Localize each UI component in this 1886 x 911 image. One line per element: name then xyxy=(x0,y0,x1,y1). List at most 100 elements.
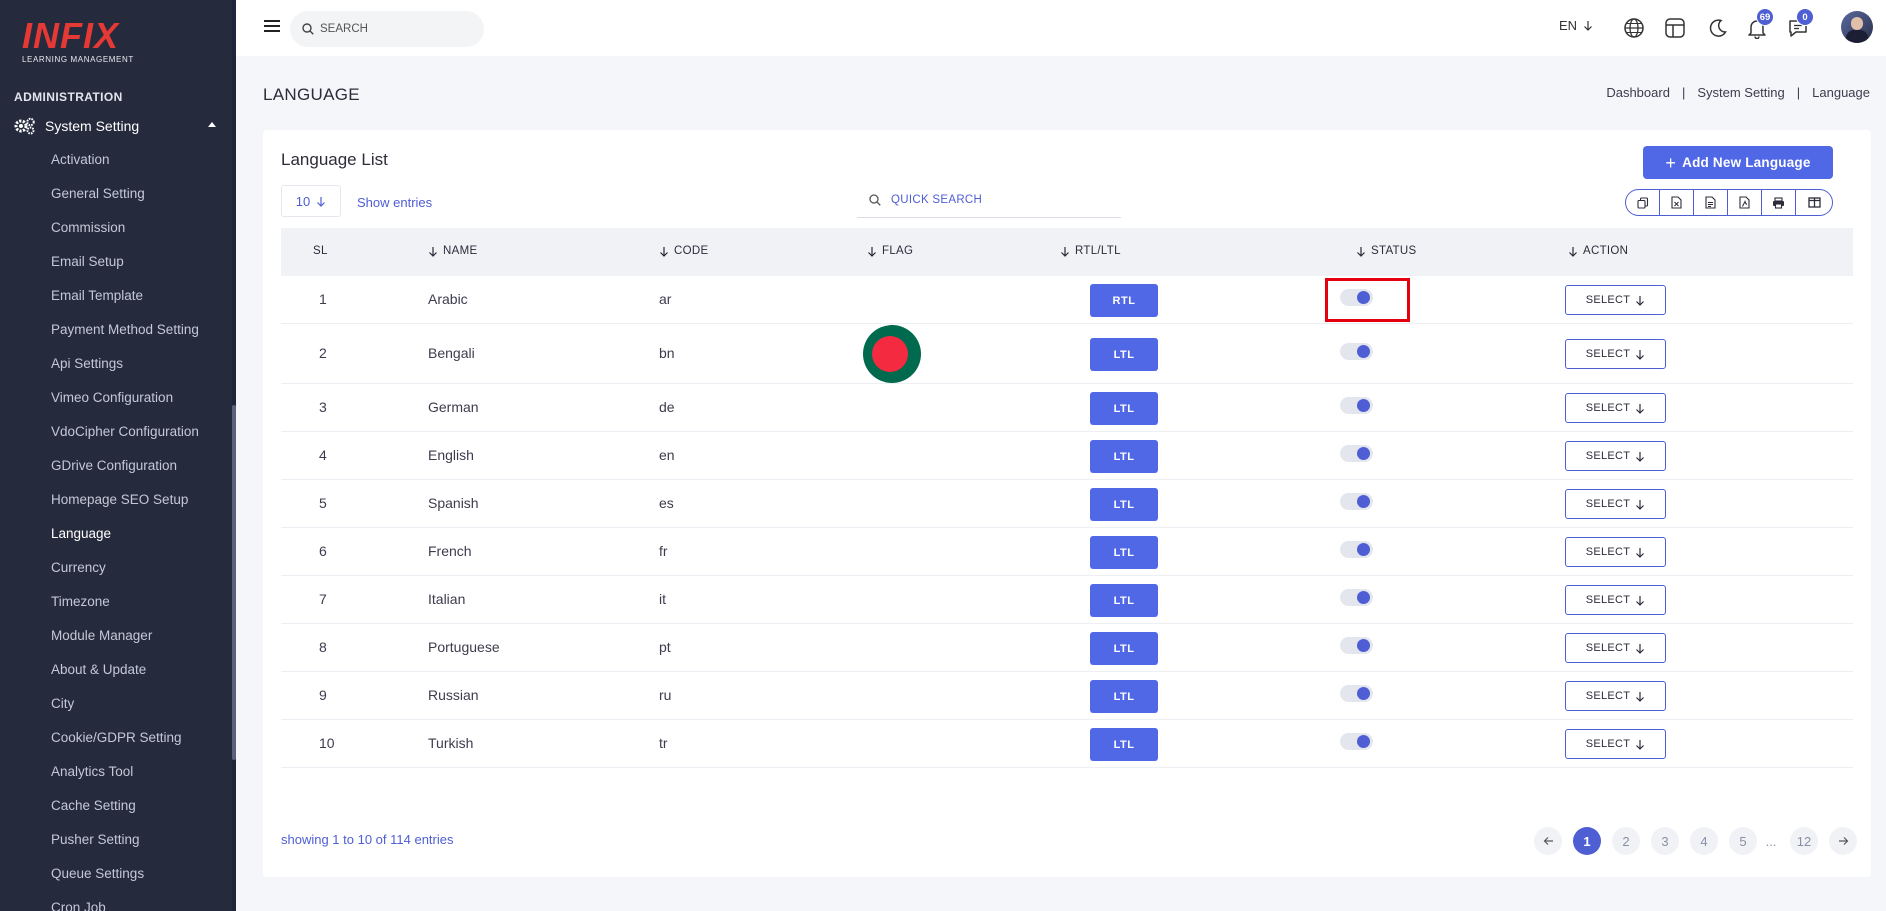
select-action-button[interactable]: SELECT xyxy=(1565,285,1666,315)
sidebar-item-pusher-setting[interactable]: Pusher Setting xyxy=(51,832,140,847)
status-toggle[interactable] xyxy=(1340,637,1373,654)
sidebar-item-cron-job[interactable]: Cron Job xyxy=(51,900,106,911)
quick-search-input[interactable] xyxy=(891,193,1091,206)
arrow-down-icon xyxy=(1061,246,1069,257)
row-code: es xyxy=(659,495,674,511)
sidebar-item-commission[interactable]: Commission xyxy=(51,220,125,235)
direction-button[interactable]: LTL xyxy=(1090,536,1158,569)
direction-button[interactable]: LTL xyxy=(1090,488,1158,521)
sidebar-item-cookie-gdpr-setting[interactable]: Cookie/GDPR Setting xyxy=(51,730,182,745)
layout-icon[interactable] xyxy=(1664,17,1686,39)
select-action-button[interactable]: SELECT xyxy=(1565,489,1666,519)
column-header-flag[interactable]: FLAG xyxy=(867,245,913,257)
entries-select[interactable]: 10 xyxy=(281,185,341,217)
status-toggle[interactable] xyxy=(1340,397,1373,414)
page-button-2[interactable]: 2 xyxy=(1612,827,1640,855)
select-action-button[interactable]: SELECT xyxy=(1565,729,1666,759)
print-button[interactable] xyxy=(1762,190,1796,215)
status-toggle[interactable] xyxy=(1340,733,1373,750)
status-toggle[interactable] xyxy=(1340,685,1373,702)
sidebar-item-vimeo-configuration[interactable]: Vimeo Configuration xyxy=(51,390,173,405)
column-header-code[interactable]: CODE xyxy=(659,245,708,257)
search-input[interactable] xyxy=(320,19,470,39)
status-toggle[interactable] xyxy=(1340,445,1373,462)
sidebar-item-vdocipher-configuration[interactable]: VdoCipher Configuration xyxy=(51,424,199,439)
direction-button[interactable]: LTL xyxy=(1090,680,1158,713)
sidebar-group-system-setting[interactable]: System Setting xyxy=(14,114,216,138)
sidebar-item-about-update[interactable]: About & Update xyxy=(51,662,146,677)
select-action-label: SELECT xyxy=(1585,642,1631,654)
status-toggle[interactable] xyxy=(1340,589,1373,606)
select-action-button[interactable]: SELECT xyxy=(1565,339,1666,369)
row-sl: 7 xyxy=(319,591,327,607)
language-list-card: Language List + Add New Language 10 Show… xyxy=(263,130,1871,877)
add-new-language-button[interactable]: + Add New Language xyxy=(1643,146,1833,179)
prev-page-button[interactable] xyxy=(1534,827,1562,855)
copy-button[interactable] xyxy=(1626,190,1660,215)
column-header-name[interactable]: NAME xyxy=(428,245,477,257)
direction-button[interactable]: LTL xyxy=(1090,392,1158,425)
sidebar-item-email-template[interactable]: Email Template xyxy=(51,288,143,303)
sidebar-item-cache-setting[interactable]: Cache Setting xyxy=(51,798,136,813)
breadcrumb-system-setting[interactable]: System Setting xyxy=(1697,85,1784,100)
csv-button[interactable] xyxy=(1694,190,1728,215)
sidebar-item-gdrive-configuration[interactable]: GDrive Configuration xyxy=(51,458,177,473)
globe-icon[interactable] xyxy=(1623,17,1645,39)
select-action-button[interactable]: SELECT xyxy=(1565,681,1666,711)
caret-up-icon xyxy=(208,122,216,127)
excel-button[interactable] xyxy=(1660,190,1694,215)
select-action-button[interactable]: SELECT xyxy=(1565,585,1666,615)
sidebar-item-api-settings[interactable]: Api Settings xyxy=(51,356,123,371)
direction-button[interactable]: RTL xyxy=(1090,284,1158,317)
row-code: bn xyxy=(659,345,675,361)
direction-button[interactable]: LTL xyxy=(1090,632,1158,665)
hamburger-menu-icon[interactable] xyxy=(264,19,280,33)
column-header-rtl-ltl[interactable]: RTL/LTL xyxy=(1060,245,1121,257)
arrow-down-icon xyxy=(1357,246,1365,257)
user-avatar[interactable] xyxy=(1841,11,1873,43)
row-code: en xyxy=(659,447,675,463)
toggle-knob xyxy=(1357,543,1370,556)
moon-icon[interactable] xyxy=(1706,17,1728,39)
direction-button[interactable]: LTL xyxy=(1090,584,1158,617)
direction-button[interactable]: LTL xyxy=(1090,338,1158,371)
columns-button[interactable] xyxy=(1796,190,1832,215)
status-toggle[interactable] xyxy=(1340,541,1373,558)
direction-button[interactable]: LTL xyxy=(1090,728,1158,761)
sidebar-item-payment-method-setting[interactable]: Payment Method Setting xyxy=(51,322,199,337)
page-button-3[interactable]: 3 xyxy=(1651,827,1679,855)
sidebar-item-currency[interactable]: Currency xyxy=(51,560,106,575)
sidebar-item-language[interactable]: Language xyxy=(51,526,111,541)
breadcrumb-dashboard[interactable]: Dashboard xyxy=(1606,85,1670,100)
logo[interactable]: INFIX LEARNING MANAGEMENT xyxy=(22,18,134,65)
select-action-button[interactable]: SELECT xyxy=(1565,537,1666,567)
next-page-button[interactable] xyxy=(1829,827,1857,855)
pdf-button[interactable] xyxy=(1728,190,1762,215)
status-toggle[interactable] xyxy=(1340,493,1373,510)
sidebar-item-email-setup[interactable]: Email Setup xyxy=(51,254,124,269)
direction-button[interactable]: LTL xyxy=(1090,440,1158,473)
sidebar-item-analytics-tool[interactable]: Analytics Tool xyxy=(51,764,133,779)
select-action-button[interactable]: SELECT xyxy=(1565,393,1666,423)
sidebar-item-queue-settings[interactable]: Queue Settings xyxy=(51,866,144,881)
sidebar-item-timezone[interactable]: Timezone xyxy=(51,594,110,609)
page-button-5[interactable]: 5 xyxy=(1729,827,1757,855)
sidebar-item-homepage-seo-setup[interactable]: Homepage SEO Setup xyxy=(51,492,188,507)
sidebar-item-city[interactable]: City xyxy=(51,696,74,711)
language-selector[interactable]: EN xyxy=(1559,18,1593,33)
page-button-12[interactable]: 12 xyxy=(1790,827,1818,855)
page-button-1[interactable]: 1 xyxy=(1573,827,1601,855)
sidebar-item-activation[interactable]: Activation xyxy=(51,152,110,167)
page-button-4[interactable]: 4 xyxy=(1690,827,1718,855)
column-header-action[interactable]: ACTION xyxy=(1568,245,1628,257)
status-toggle[interactable] xyxy=(1340,343,1373,360)
select-action-label: SELECT xyxy=(1585,348,1631,360)
sidebar-item-general-setting[interactable]: General Setting xyxy=(51,186,145,201)
sidebar-scrollbar-thumb[interactable] xyxy=(232,405,236,760)
select-action-button[interactable]: SELECT xyxy=(1565,441,1666,471)
column-header-status[interactable]: STATUS xyxy=(1356,245,1416,257)
select-action-button[interactable]: SELECT xyxy=(1565,633,1666,663)
arrow-down-icon xyxy=(1636,739,1645,750)
language-selector-value: EN xyxy=(1559,18,1578,33)
sidebar-item-module-manager[interactable]: Module Manager xyxy=(51,628,152,643)
